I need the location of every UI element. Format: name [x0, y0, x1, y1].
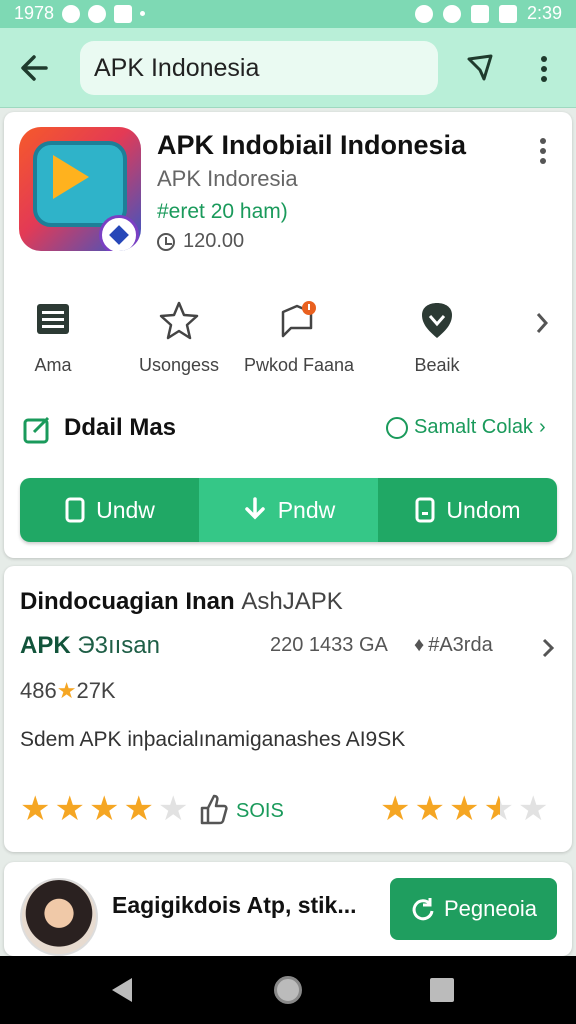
- action-label: Usongess: [138, 355, 220, 375]
- chat-alert-icon: [281, 301, 316, 338]
- more-vert-icon[interactable]: [534, 52, 554, 86]
- battery-icon: [498, 4, 517, 23]
- search-input[interactable]: APK Indonesia: [80, 41, 438, 95]
- back-arrow-icon[interactable]: [16, 48, 56, 88]
- download-label: Undom: [446, 496, 521, 523]
- app-size-value: 120.00: [183, 230, 245, 252]
- app-title: APK Indobiail Indonesia: [157, 130, 467, 160]
- apk-meta-tag[interactable]: ♦ #A3rda: [414, 634, 493, 657]
- refresh-icon: [412, 898, 434, 921]
- status-bar: 1978 2:39: [0, 0, 576, 28]
- card-more-icon[interactable]: [538, 136, 548, 166]
- more-link-label: Samalt Colak: [414, 416, 533, 438]
- rating-stars-right[interactable]: ★ ★ ★ ★ ★: [380, 792, 548, 826]
- review-title-suffix: AshJAPK: [241, 588, 343, 615]
- star-outline-icon: ★: [517, 790, 549, 828]
- nav-recents-icon[interactable]: [430, 978, 454, 1002]
- app-tag: #eret 20 ham): [157, 200, 288, 223]
- review-description: Sdem APK inþacialınamiganashes AI9SK: [20, 728, 406, 751]
- clock-icon: [157, 232, 175, 251]
- apk-meta-tag-text: #A3rda: [428, 634, 493, 656]
- alarm-icon: [414, 4, 433, 23]
- notification-icon: [88, 4, 107, 23]
- action-ama[interactable]: Ama: [0, 290, 108, 376]
- avatar[interactable]: [20, 878, 98, 956]
- badge-icon: [99, 215, 139, 251]
- user-card-text: Eagigikdois Atp, stik...: [112, 892, 357, 918]
- action-label: Beaik: [414, 355, 460, 375]
- thumbs-up-icon[interactable]: [198, 792, 228, 826]
- status-time: 1978: [14, 3, 55, 23]
- rating-stars-left[interactable]: ★ ★ ★ ★ ★: [20, 792, 188, 826]
- user-card-button-label: Pegneoia: [444, 896, 537, 921]
- chevron-right-icon: ›: [538, 416, 546, 438]
- app-icon[interactable]: [19, 127, 141, 251]
- user-card-button[interactable]: Pegneoia: [390, 878, 557, 940]
- review-title: Dindocuagian Inan AshJAPK: [20, 588, 343, 616]
- action-label: Ama: [34, 355, 72, 375]
- more-link[interactable]: Samalt Colak ›: [386, 416, 546, 439]
- action-row: Ama Usongess Pwkod Faana Beaik: [4, 290, 572, 380]
- user-card: Eagigikdois Atp, stik... Pegneoia: [4, 862, 572, 956]
- download-button-undw[interactable]: Undw: [20, 478, 199, 542]
- action-beaik[interactable]: Beaik: [382, 290, 492, 376]
- system-nav-bar: [0, 956, 576, 1024]
- star-icon: ★: [56, 678, 77, 703]
- download-button-undom[interactable]: Undom: [378, 478, 557, 542]
- apk-name: Э3ıısan: [77, 632, 160, 659]
- download-group: Undw Pndw Undom: [20, 478, 557, 542]
- star-icon: ★: [123, 790, 154, 828]
- phone-icon: [65, 497, 85, 523]
- app-card: APK Indobiail Indonesia APK Indoresia #e…: [4, 112, 572, 558]
- file-icon: [415, 497, 435, 523]
- share-icon[interactable]: [462, 50, 498, 86]
- rating-summary: 486★27K: [20, 678, 116, 704]
- dot-icon: [140, 11, 146, 16]
- star-icon: ★: [448, 790, 480, 828]
- action-label: Pwkod Faana: [244, 355, 355, 375]
- signal-icon: [470, 4, 489, 23]
- apk-meta: 220 1433 GA: [270, 634, 388, 656]
- star-outline-icon: [159, 301, 199, 340]
- app-size: 120.00: [157, 230, 244, 253]
- edit-icon: [23, 416, 50, 444]
- wifi-icon: [442, 4, 461, 23]
- detail-title: Ddail Mas: [64, 414, 177, 441]
- star-icon: ★: [414, 790, 445, 828]
- like-count: SOIS: [236, 800, 284, 822]
- apk-label: APK: [20, 632, 71, 659]
- star-icon: ★: [54, 790, 85, 828]
- shield-down-icon: [422, 303, 452, 338]
- notification-icon: [62, 4, 81, 23]
- clock-icon: [386, 416, 408, 439]
- download-arrow-icon: [244, 497, 265, 520]
- star-half-icon: ★: [483, 790, 514, 828]
- star-outline-icon: ★: [157, 790, 189, 828]
- review-card: Dindocuagian Inan AshJAPK APK Э3ıısan 22…: [4, 566, 572, 852]
- download-label: Undw: [96, 496, 155, 523]
- rating-count: 27K: [76, 678, 116, 703]
- app-developer[interactable]: APK Indoresia: [157, 166, 298, 192]
- nav-back-icon[interactable]: [112, 978, 132, 1002]
- tag-icon: ♦: [414, 634, 425, 656]
- chevron-right-icon[interactable]: [540, 636, 556, 660]
- chevron-right-icon[interactable]: [532, 308, 552, 338]
- play-icon: [53, 155, 89, 199]
- apk-row: APK Э3ıısan: [20, 632, 160, 660]
- app-bar: APK Indonesia: [0, 28, 576, 108]
- nav-home-icon[interactable]: [274, 976, 302, 1004]
- notification-icon: [114, 4, 133, 23]
- list-icon: [37, 304, 69, 334]
- action-usongess[interactable]: Usongess: [124, 290, 234, 376]
- action-pwkod[interactable]: Pwkod Faana: [244, 290, 354, 376]
- rating-value: 486: [20, 678, 57, 703]
- review-title-main: Dindocuagian Inan: [20, 588, 235, 615]
- star-icon: ★: [380, 790, 411, 828]
- search-text: APK Indonesia: [94, 53, 260, 82]
- download-button-pndw[interactable]: Pndw: [199, 478, 378, 542]
- download-label: Pndw: [277, 496, 336, 523]
- status-clock: 2:39: [526, 3, 562, 23]
- star-icon: ★: [88, 790, 120, 828]
- star-icon: ★: [20, 790, 51, 828]
